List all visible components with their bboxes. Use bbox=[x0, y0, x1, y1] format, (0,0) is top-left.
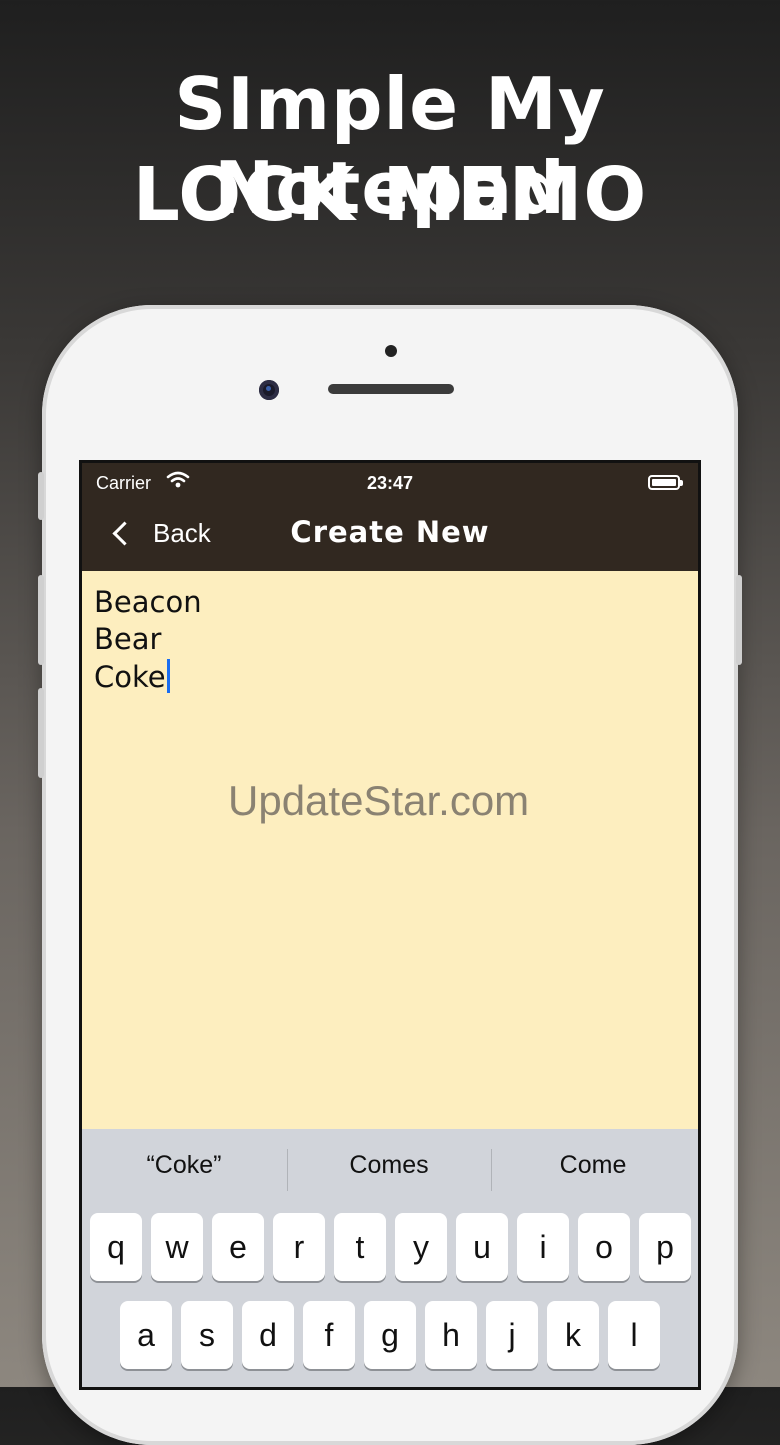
text-caret bbox=[166, 659, 170, 693]
volume-down-button bbox=[38, 688, 44, 778]
key-s[interactable]: s bbox=[181, 1301, 233, 1369]
battery-icon bbox=[648, 475, 683, 490]
earpiece-speaker bbox=[328, 384, 454, 394]
divider bbox=[287, 1149, 288, 1191]
key-i[interactable]: i bbox=[517, 1213, 569, 1281]
key-p[interactable]: p bbox=[639, 1213, 691, 1281]
watermark: UpdateStar.com bbox=[228, 777, 530, 824]
key-u[interactable]: u bbox=[456, 1213, 508, 1281]
key-e[interactable]: e bbox=[212, 1213, 264, 1281]
suggestion-bar: “Coke” Comes Come bbox=[82, 1129, 698, 1211]
suggestion-item[interactable]: “Coke” bbox=[84, 1151, 284, 1180]
promo-title-line-2: LOCK MEMO bbox=[132, 152, 648, 238]
proximity-sensor bbox=[385, 345, 397, 357]
key-a[interactable]: a bbox=[120, 1301, 172, 1369]
key-d[interactable]: d bbox=[242, 1301, 294, 1369]
key-l[interactable]: l bbox=[608, 1301, 660, 1369]
key-r[interactable]: r bbox=[273, 1213, 325, 1281]
page-title: Create New bbox=[290, 515, 490, 549]
clock: 23:47 bbox=[366, 473, 414, 493]
mute-switch bbox=[38, 472, 44, 520]
front-camera-icon bbox=[259, 380, 279, 400]
key-y[interactable]: y bbox=[395, 1213, 447, 1281]
key-o[interactable]: o bbox=[578, 1213, 630, 1281]
volume-up-button bbox=[38, 575, 44, 665]
suggestion-item[interactable]: Come bbox=[493, 1151, 693, 1180]
key-q[interactable]: q bbox=[90, 1213, 142, 1281]
key-f[interactable]: f bbox=[303, 1301, 355, 1369]
phone-screen: Carrier 23:47 Back Create New Beacon Bea… bbox=[82, 463, 698, 1387]
suggestion-item[interactable]: Comes bbox=[289, 1151, 489, 1180]
note-line-text: Coke bbox=[94, 660, 166, 694]
key-t[interactable]: t bbox=[334, 1213, 386, 1281]
note-text-area[interactable]: Beacon Bear Coke UpdateStar.com bbox=[82, 571, 698, 1129]
note-line: Beacon bbox=[94, 585, 202, 619]
power-button bbox=[736, 575, 742, 665]
note-line-current: Coke bbox=[94, 659, 170, 694]
keyboard: “Coke” Comes Come q w e r t y u i o p a … bbox=[82, 1129, 698, 1387]
key-w[interactable]: w bbox=[151, 1213, 203, 1281]
key-j[interactable]: j bbox=[486, 1301, 538, 1369]
note-line: Bear bbox=[94, 622, 162, 656]
key-k[interactable]: k bbox=[547, 1301, 599, 1369]
key-g[interactable]: g bbox=[364, 1301, 416, 1369]
divider bbox=[491, 1149, 492, 1191]
navigation-bar: Carrier 23:47 Back Create New bbox=[82, 463, 698, 571]
key-h[interactable]: h bbox=[425, 1301, 477, 1369]
